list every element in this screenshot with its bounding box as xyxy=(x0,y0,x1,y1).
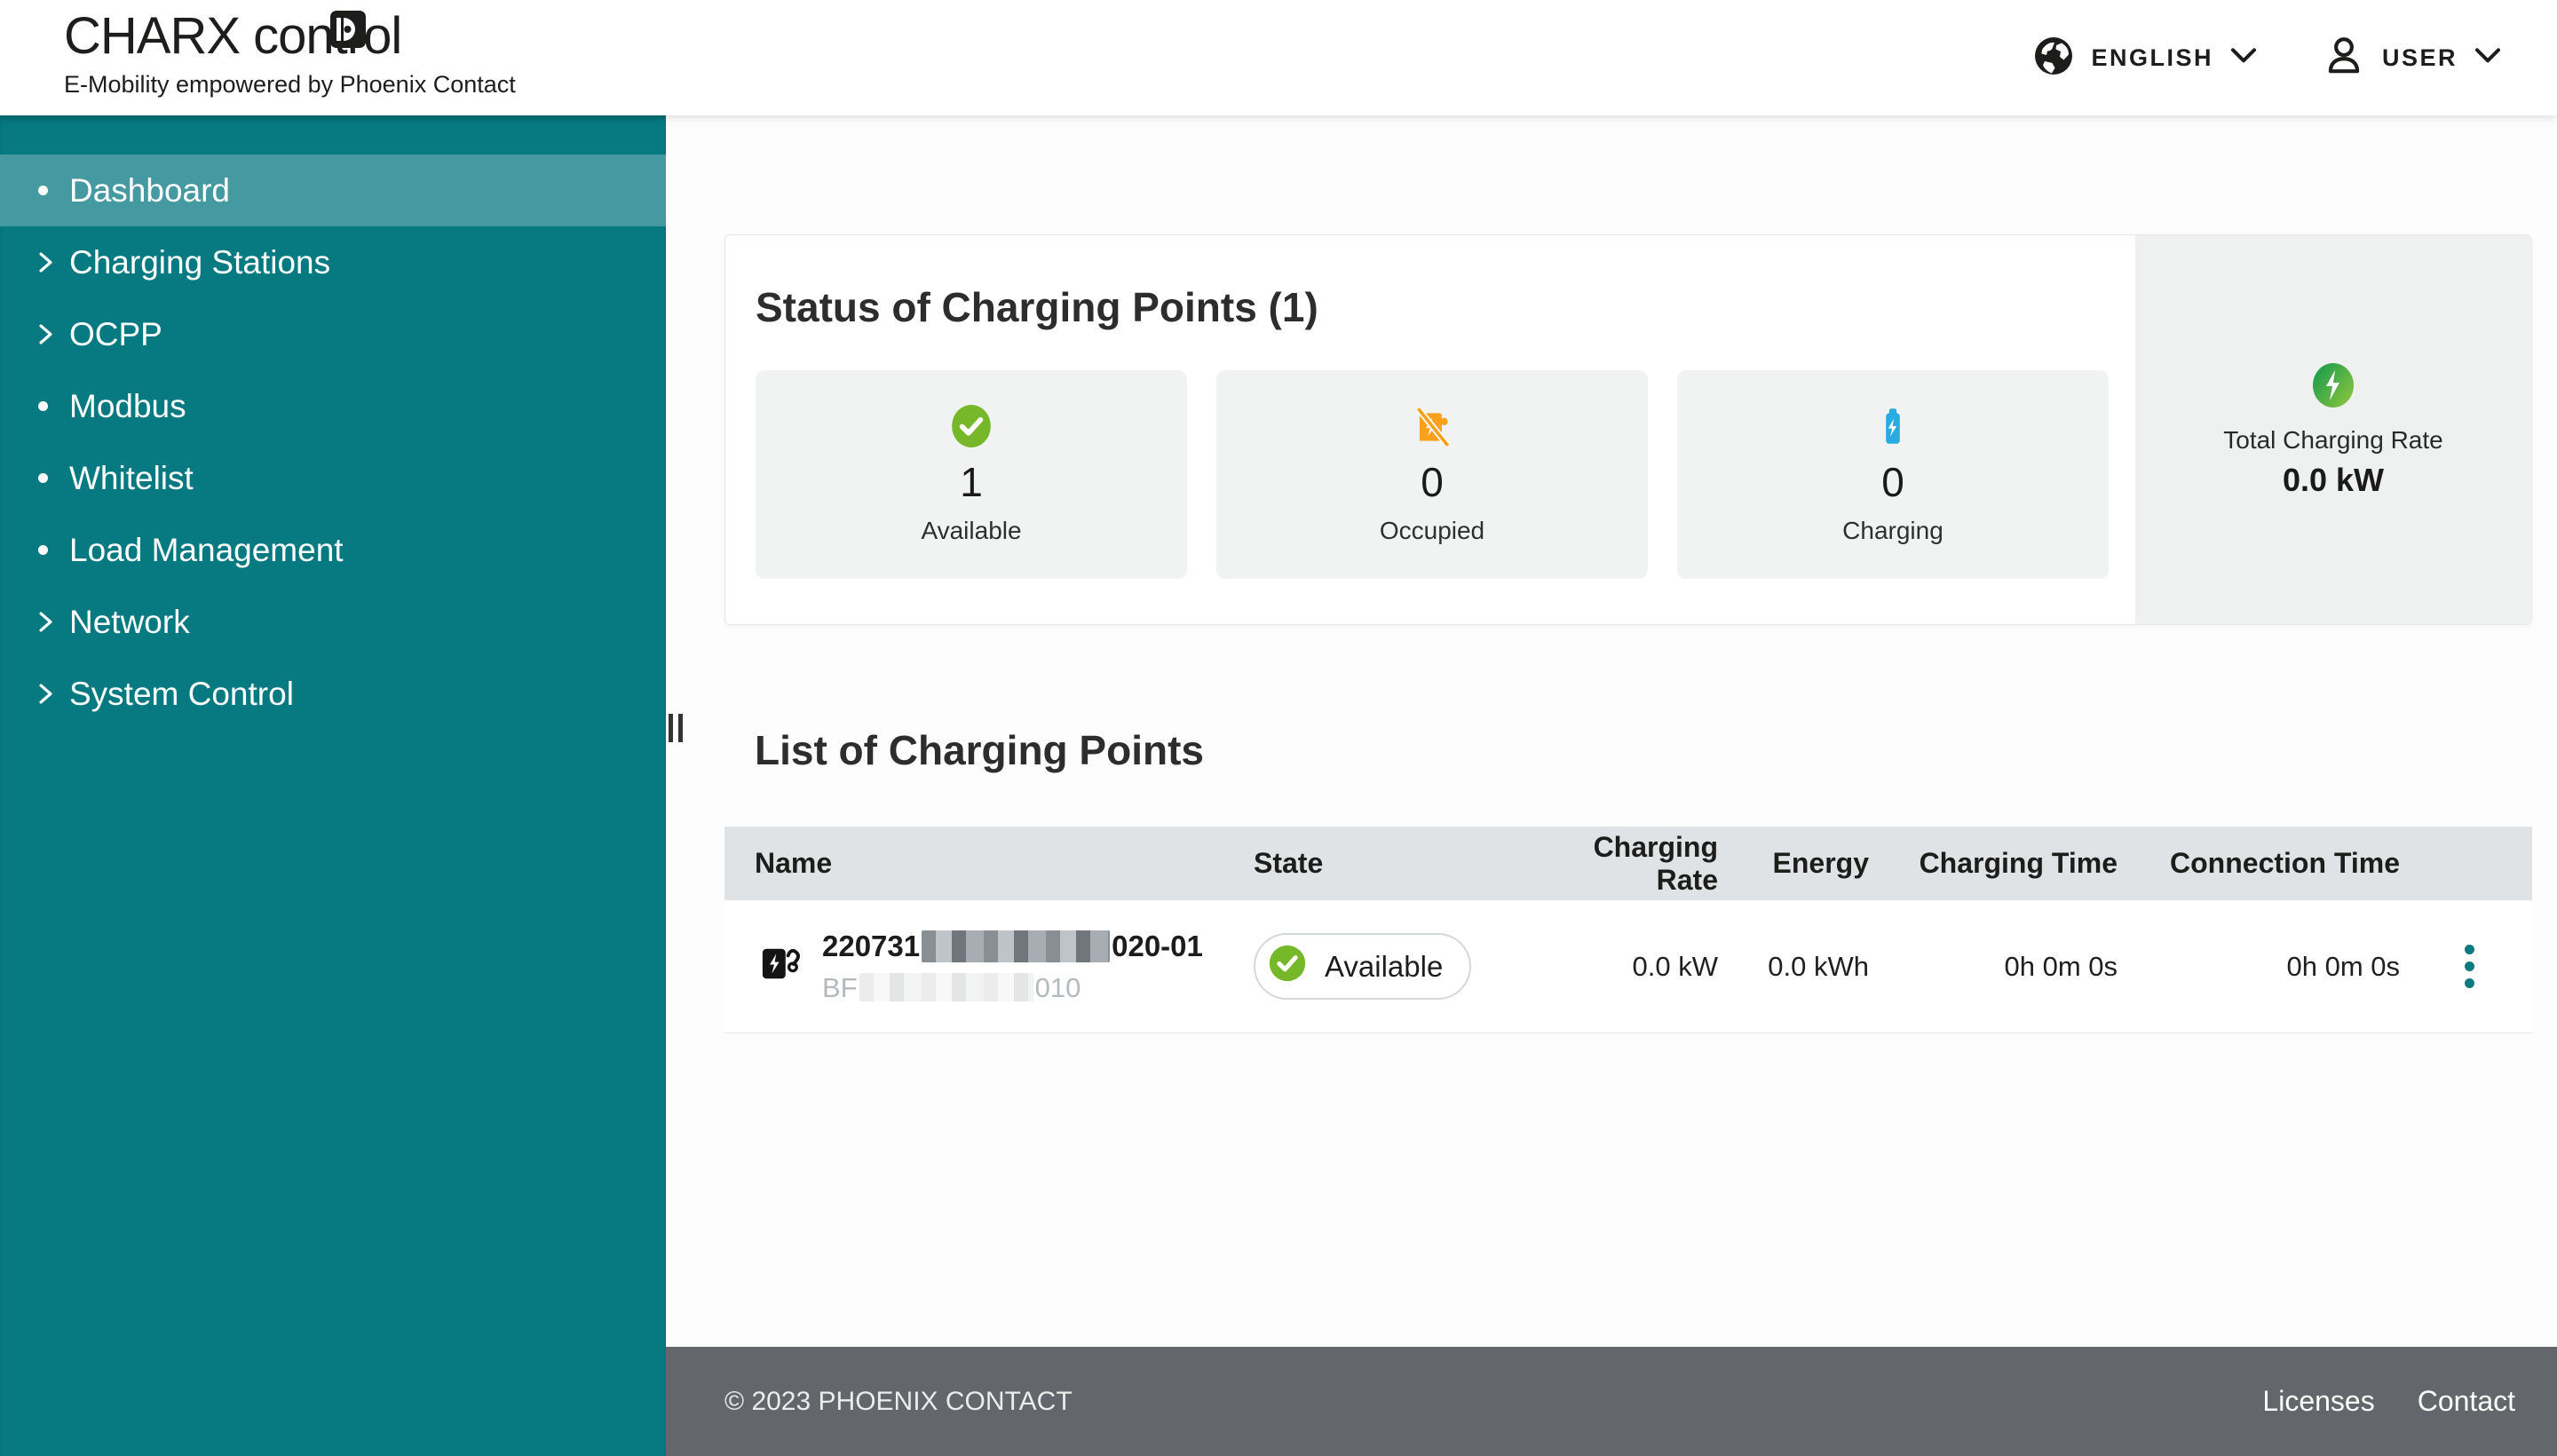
actions-cell xyxy=(2400,931,2532,1002)
sidebar-item-label: Load Management xyxy=(69,532,344,569)
state-cell: Available xyxy=(1254,933,1547,1000)
app-tagline: E-Mobility empowered by Phoenix Contact xyxy=(64,71,516,99)
user-label: USER xyxy=(2382,44,2458,72)
chevron-right-icon xyxy=(34,250,69,274)
chevron-right-icon xyxy=(34,682,69,706)
sidebar-item-system-control[interactable]: System Control xyxy=(0,658,666,730)
user-menu[interactable]: USER xyxy=(2322,34,2502,83)
sidebar-item-label: Modbus xyxy=(69,388,186,425)
status-tile-charging: 0 Charging xyxy=(1677,370,2109,579)
chevron-right-icon xyxy=(34,322,69,346)
col-header-charging-rate: Charging Rate xyxy=(1547,831,1718,897)
ev-charger-icon xyxy=(760,943,801,991)
no-charging-icon xyxy=(1410,404,1454,453)
sidebar-resize-handle[interactable] xyxy=(669,714,683,742)
redacted-pixelation xyxy=(922,930,1110,962)
sidebar-item-network[interactable]: Network xyxy=(0,586,666,658)
row-kebab-menu-icon[interactable] xyxy=(2441,931,2498,1002)
sidebar: Dashboard Charging Stations OCPP Modbus … xyxy=(0,115,666,1456)
status-tile-occupied: 0 Occupied xyxy=(1216,370,1648,579)
status-card-title: Status of Charging Points (1) xyxy=(756,283,1318,331)
globe-icon xyxy=(2032,35,2075,82)
total-charging-rate-panel: Total Charging Rate 0.0 kW xyxy=(2135,235,2531,624)
language-label: ENGLISH xyxy=(2091,44,2213,72)
charging-time-cell: 0h 0m 0s xyxy=(1869,951,2118,983)
sidebar-item-label: System Control xyxy=(69,676,294,713)
header-controls: ENGLISH USER xyxy=(2032,0,2502,115)
charging-point-name-cell: 220731020-01 BF010 xyxy=(724,930,1254,1004)
status-card: Status of Charging Points (1) 1 Availabl… xyxy=(724,234,2532,625)
col-header-name: Name xyxy=(724,847,1254,880)
col-header-connection-time: Connection Time xyxy=(2118,847,2400,880)
user-icon xyxy=(2322,34,2366,83)
status-tile-available: 1 Available xyxy=(756,370,1187,579)
table-row[interactable]: 220731020-01 BF010 Available xyxy=(724,900,2532,1033)
check-circle-icon xyxy=(1268,944,1307,990)
table-header-row: Name State Charging Rate Energy Charging… xyxy=(724,827,2532,900)
sidebar-item-label: OCPP xyxy=(69,316,162,353)
chevron-down-icon xyxy=(2474,45,2502,71)
sidebar-item-label: Charging Stations xyxy=(69,244,330,281)
main-content: Status of Charging Points (1) 1 Availabl… xyxy=(666,115,2557,1347)
sidebar-item-ocpp[interactable]: OCPP xyxy=(0,298,666,370)
list-title: List of Charging Points xyxy=(755,726,1204,774)
footer-links: Licenses Contact xyxy=(2262,1385,2515,1418)
energy-bolt-icon xyxy=(2310,361,2356,414)
sidebar-item-label: Whitelist xyxy=(69,460,194,497)
energy-cell: 0.0 kWh xyxy=(1718,951,1869,983)
charging-count: 0 xyxy=(1881,462,1904,502)
bullet-icon xyxy=(34,545,69,555)
chevron-down-icon xyxy=(2229,45,2258,71)
bullet-icon xyxy=(34,473,69,483)
check-circle-icon xyxy=(949,404,994,453)
connection-time-cell: 0h 0m 0s xyxy=(2118,951,2400,983)
charging-label: Charging xyxy=(1842,517,1943,545)
total-charging-rate-value: 0.0 kW xyxy=(2283,462,2384,499)
sidebar-item-label: Dashboard xyxy=(69,172,230,210)
occupied-count: 0 xyxy=(1421,462,1444,502)
occupied-label: Occupied xyxy=(1380,517,1484,545)
charging-point-name-block: 220731020-01 BF010 xyxy=(822,930,1203,1004)
available-label: Available xyxy=(921,517,1021,545)
col-header-state: State xyxy=(1254,847,1547,880)
col-header-energy: Energy xyxy=(1718,847,1869,880)
status-tiles: 1 Available 0 Occupied xyxy=(756,370,2109,579)
copyright-text: © 2023 PHOENIX CONTACT xyxy=(724,1387,1073,1417)
total-charging-rate-label: Total Charging Rate xyxy=(2223,426,2442,455)
charging-points-table: Name State Charging Rate Energy Charging… xyxy=(724,827,2532,1033)
app-logo: CHARX control E-Mobility empowered by Ph… xyxy=(64,11,516,99)
charging-point-serial: BF010 xyxy=(822,972,1203,1004)
footer: © 2023 PHOENIX CONTACT Licenses Contact xyxy=(666,1347,2557,1456)
sidebar-item-charging-stations[interactable]: Charging Stations xyxy=(0,226,666,298)
licenses-link[interactable]: Licenses xyxy=(2262,1385,2374,1418)
bullet-icon xyxy=(34,186,69,195)
redacted-pixelation xyxy=(859,973,1033,1001)
phoenix-contact-logo-icon xyxy=(330,11,366,48)
sidebar-item-dashboard[interactable]: Dashboard xyxy=(0,154,666,226)
battery-charging-icon xyxy=(1871,404,1915,453)
available-count: 1 xyxy=(960,462,983,502)
status-badge: Available xyxy=(1254,933,1471,1000)
charging-rate-cell: 0.0 kW xyxy=(1547,951,1718,983)
charging-point-name: 220731020-01 xyxy=(822,930,1203,963)
sidebar-item-whitelist[interactable]: Whitelist xyxy=(0,442,666,514)
sidebar-item-modbus[interactable]: Modbus xyxy=(0,370,666,442)
sidebar-item-label: Network xyxy=(69,604,190,641)
sidebar-nav: Dashboard Charging Stations OCPP Modbus … xyxy=(0,154,666,730)
chevron-right-icon xyxy=(34,610,69,634)
col-header-charging-time: Charging Time xyxy=(1869,847,2118,880)
language-selector[interactable]: ENGLISH xyxy=(2032,35,2258,82)
app-header: CHARX control E-Mobility empowered by Ph… xyxy=(0,0,2557,115)
app-title: CHARX control xyxy=(64,11,516,62)
contact-link[interactable]: Contact xyxy=(2418,1385,2515,1418)
status-badge-label: Available xyxy=(1325,950,1443,984)
sidebar-item-load-management[interactable]: Load Management xyxy=(0,514,666,586)
bullet-icon xyxy=(34,401,69,411)
